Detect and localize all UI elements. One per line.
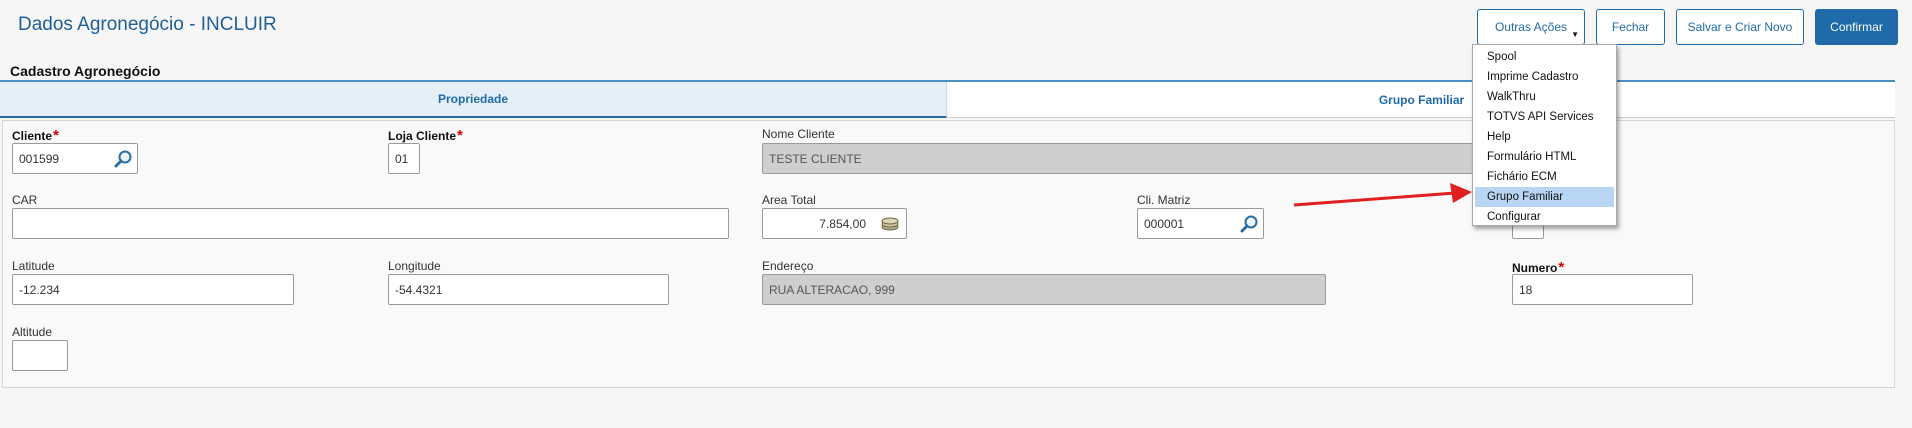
menu-item-formulario-html[interactable]: Formulário HTML [1475,147,1614,167]
outras-acoes-menu: Spool Imprime Cadastro WalkThru TOTVS AP… [1472,44,1617,226]
menu-item-grupo-familiar[interactable]: Grupo Familiar [1475,187,1614,207]
annotation-arrow [1293,183,1472,207]
caret-down-icon: ▼ [1571,30,1579,39]
endereco-label: Endereço [762,259,814,273]
confirmar-button[interactable]: Confirmar [1815,9,1898,45]
calculator-icon[interactable] [880,217,900,231]
menu-item-help[interactable]: Help [1475,127,1614,147]
numero-field[interactable]: 18 [1512,274,1693,305]
menu-item-fichario-ecm[interactable]: Fichário ECM [1475,167,1614,187]
menu-item-imprime-cadastro[interactable]: Imprime Cadastro [1475,67,1614,87]
cliente-field[interactable]: 001599 [12,143,138,174]
loja-cliente-label: Loja Cliente* [388,127,463,144]
fechar-button[interactable]: Fechar [1596,9,1665,45]
tab-propriedade[interactable]: Propriedade [0,82,947,118]
endereco-field: RUA ALTERACAO, 999 [762,274,1326,305]
tab-bar: Propriedade Grupo Familiar [0,80,1912,118]
loja-cliente-field[interactable]: 01 [388,143,420,174]
search-icon[interactable] [1239,214,1259,234]
altitude-label: Altitude [12,325,53,339]
car-field[interactable] [12,208,729,239]
header-bar: Dados Agronegócio - INCLUIR Outras Ações… [0,0,1912,60]
area-total-label: Area Total [762,193,816,207]
latitude-label: Latitude [12,259,55,273]
cli-matriz-label: Cli. Matriz [1137,193,1191,207]
car-label: CAR [12,193,38,207]
search-icon[interactable] [113,149,133,169]
menu-item-walkthru[interactable]: WalkThru [1475,87,1614,107]
salvar-criar-novo-button[interactable]: Salvar e Criar Novo [1676,9,1804,45]
longitude-label: Longitude [388,259,441,273]
tab-grupo-familiar[interactable]: Grupo Familiar [948,82,1895,118]
nome-cliente-label: Nome Cliente [762,127,835,141]
menu-item-totvs-api-services[interactable]: TOTVS API Services [1475,107,1614,127]
menu-item-spool[interactable]: Spool [1475,47,1614,67]
outras-acoes-button[interactable]: Outras Ações ▼ [1477,9,1585,45]
longitude-field[interactable]: -54.4321 [388,274,669,305]
area-total-field[interactable]: 7.854,00 [762,208,907,239]
section-title: Cadastro Agronegócio [10,63,161,79]
outras-acoes-label: Outras Ações [1494,20,1568,34]
cliente-label: Cliente* [12,127,59,144]
altitude-field[interactable] [12,340,68,371]
nome-cliente-field: TESTE CLIENTE [762,143,1478,174]
latitude-field[interactable]: -12.234 [12,274,294,305]
cli-matriz-field[interactable]: 000001 [1137,208,1264,239]
page-title: Dados Agronegócio - INCLUIR [18,14,277,35]
menu-item-configurar[interactable]: Configurar [1475,207,1614,227]
